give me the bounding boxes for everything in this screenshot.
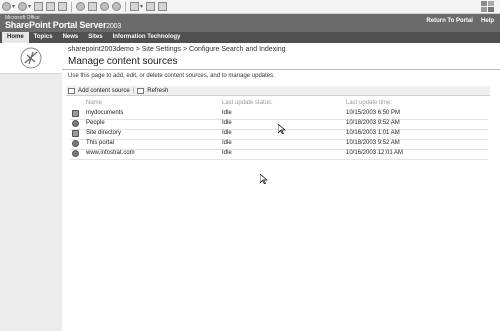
media-icon[interactable] (100, 2, 110, 11)
toolbar-separator (71, 1, 73, 12)
row-time: 10/18/2003 9:52 AM (346, 120, 400, 126)
mail-dropdown-icon[interactable]: ▾ (140, 3, 143, 10)
table-row[interactable]: www.infostrat.com Idle 10/16/2003 12:01 … (70, 149, 488, 160)
settings-logo-icon (20, 47, 42, 69)
row-status: Idle (222, 120, 232, 126)
mail-icon[interactable] (130, 2, 140, 11)
nav-sites[interactable]: Sites (83, 32, 107, 43)
row-name[interactable]: Site directory (86, 130, 121, 136)
row-time: 10/18/2003 9:52 AM (346, 140, 400, 146)
refresh-icon[interactable] (46, 2, 56, 11)
mouse-cursor-icon (260, 174, 268, 184)
back-icon[interactable] (2, 2, 11, 11)
toolbar-separator (125, 1, 127, 12)
column-time-header: Last update time: (346, 100, 393, 106)
mouse-cursor-icon (278, 124, 286, 134)
edit-icon[interactable] (158, 2, 168, 11)
portal-icon (72, 140, 79, 147)
forward-icon[interactable] (18, 2, 28, 11)
page-title: Manage content sources (68, 56, 178, 67)
favorites-icon[interactable] (88, 2, 98, 11)
breadcrumb[interactable]: sharepoint2003demo > Site Settings > Con… (68, 46, 286, 53)
folder-icon (72, 110, 79, 117)
page-logo-box (0, 43, 62, 74)
row-name[interactable]: This portal (86, 140, 114, 146)
row-status: Idle (222, 140, 232, 146)
browser-toolbar: ▾ ▾ ▾ (0, 0, 500, 14)
nav-information-technology[interactable]: Information Technology (108, 32, 186, 43)
action-bar: Add content source | Refresh (66, 86, 490, 96)
back-dropdown-icon[interactable]: ▾ (12, 3, 15, 10)
top-links: Return To Portal Help (426, 18, 494, 24)
print-icon[interactable] (146, 2, 156, 11)
globe-icon (72, 150, 79, 157)
add-content-source-link[interactable]: Add content source (78, 88, 130, 94)
row-name[interactable]: People (86, 120, 105, 126)
nav-news[interactable]: News (58, 32, 84, 43)
stop-icon[interactable] (34, 2, 44, 11)
forward-dropdown-icon[interactable]: ▾ (28, 3, 31, 10)
home-icon[interactable] (58, 2, 68, 11)
top-navigation: Home Topics News Sites Information Techn… (0, 32, 500, 43)
refresh-icon[interactable] (137, 87, 145, 94)
add-content-source-icon[interactable] (68, 87, 75, 94)
portal-banner: Microsoft Office SharePoint Portal Serve… (0, 14, 500, 32)
brand-version: 2003 (106, 23, 122, 30)
help-link[interactable]: Help (481, 18, 494, 24)
windows-logo-icon (481, 1, 494, 12)
people-icon (72, 120, 79, 127)
title-divider (62, 69, 500, 70)
row-status: Idle (222, 130, 232, 136)
nav-topics[interactable]: Topics (29, 32, 58, 43)
row-name[interactable]: www.infostrat.com (86, 150, 135, 156)
column-status-header: Last update status: (222, 100, 273, 106)
row-status: Idle (222, 150, 232, 156)
row-time: 10/15/2003 6:50 PM (346, 110, 401, 116)
table-header: Name Last update status: Last update tim… (86, 100, 486, 108)
nav-home[interactable]: Home (2, 32, 29, 43)
row-status: Idle (222, 110, 232, 116)
page-description: Use this page to add, edit, or delete co… (68, 73, 275, 79)
brand-main-text: SharePoint Portal Server (5, 20, 107, 30)
return-to-portal-link[interactable]: Return To Portal (426, 18, 473, 24)
refresh-link[interactable]: Refresh (147, 88, 168, 94)
row-time: 10/16/2003 12:01 AM (346, 150, 404, 156)
column-name-header: Name (86, 100, 103, 106)
left-panel (0, 43, 62, 331)
row-name[interactable]: mydocuments (86, 110, 123, 116)
site-directory-icon (72, 130, 79, 137)
action-separator: | (132, 87, 135, 94)
row-time: 10/16/2003 1:01 AM (346, 130, 400, 136)
brand-title: SharePoint Portal Server2003 (5, 20, 121, 30)
search-icon[interactable] (76, 2, 86, 11)
history-icon[interactable] (112, 2, 122, 11)
